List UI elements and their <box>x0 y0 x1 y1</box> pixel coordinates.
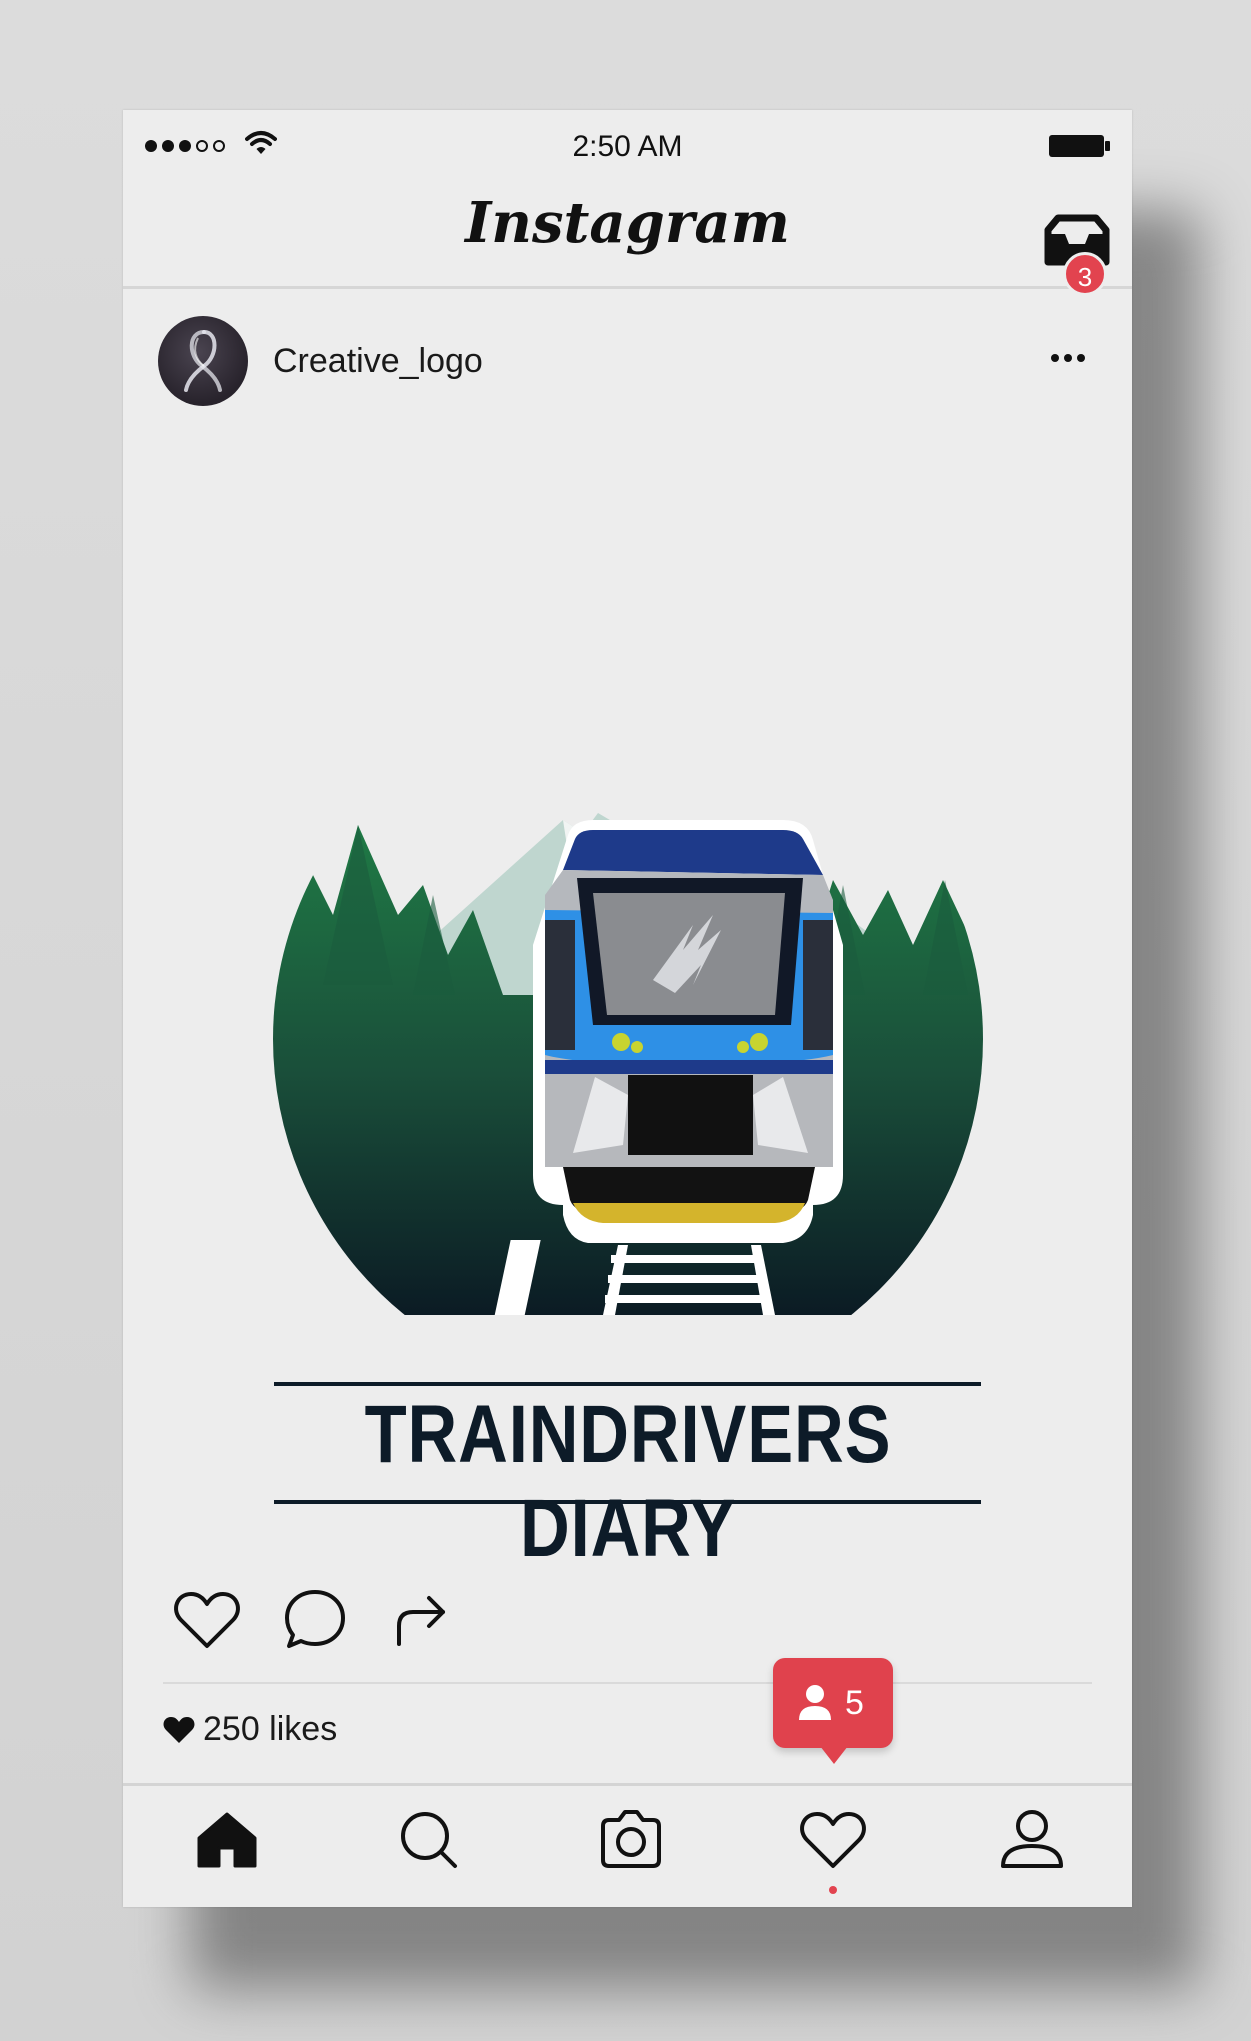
status-time: 2:50 AM <box>572 130 683 163</box>
notification-tail <box>820 1746 848 1764</box>
user-follow-icon <box>799 1685 831 1720</box>
likes-count: 250 likes <box>203 1710 338 1748</box>
more-dots-icon[interactable] <box>1051 354 1085 362</box>
post-username[interactable]: Creative_logo <box>273 342 483 381</box>
avatar[interactable] <box>158 316 248 406</box>
battery-icon <box>1049 135 1110 157</box>
comment-icon[interactable] <box>283 1588 347 1650</box>
share-arrow-icon[interactable] <box>391 1588 451 1650</box>
actions-divider <box>163 1682 1092 1684</box>
heart-filled-icon <box>163 1716 195 1743</box>
post-header: Creative_logo <box>123 300 1132 410</box>
app-title: Instagram <box>465 190 790 256</box>
activity-indicator-dot <box>829 1886 837 1894</box>
app-header: Instagram 3 <box>123 180 1132 296</box>
heart-icon[interactable] <box>799 1808 867 1870</box>
phone-screen: 2:50 AM Instagram 3 Creative_logo TRAIND… <box>123 110 1132 1907</box>
heart-outline-icon[interactable] <box>173 1588 241 1650</box>
train-logo-graphic <box>273 813 983 1315</box>
post-image[interactable]: TRAINDRIVERS DIARY <box>123 410 1132 1574</box>
notification-count: 5 <box>845 1684 864 1722</box>
camera-icon[interactable] <box>597 1808 665 1870</box>
inbox-badge: 3 <box>1063 252 1107 296</box>
profile-icon[interactable] <box>999 1808 1065 1870</box>
bottom-nav <box>123 1783 1132 1907</box>
likes-row[interactable]: 250 likes <box>163 1710 337 1749</box>
search-icon[interactable] <box>397 1808 461 1870</box>
logo-rule-top <box>274 1382 981 1386</box>
activity-notification[interactable]: 5 <box>773 1658 893 1748</box>
status-bar: 2:50 AM <box>123 110 1132 180</box>
logo-rule-bottom <box>274 1500 981 1504</box>
logo-text: TRAINDRIVERS DIARY <box>364 1389 892 1574</box>
avatar-ribbon-icon <box>184 330 222 392</box>
post-actions <box>123 1588 1132 1688</box>
home-icon[interactable] <box>195 1808 259 1870</box>
